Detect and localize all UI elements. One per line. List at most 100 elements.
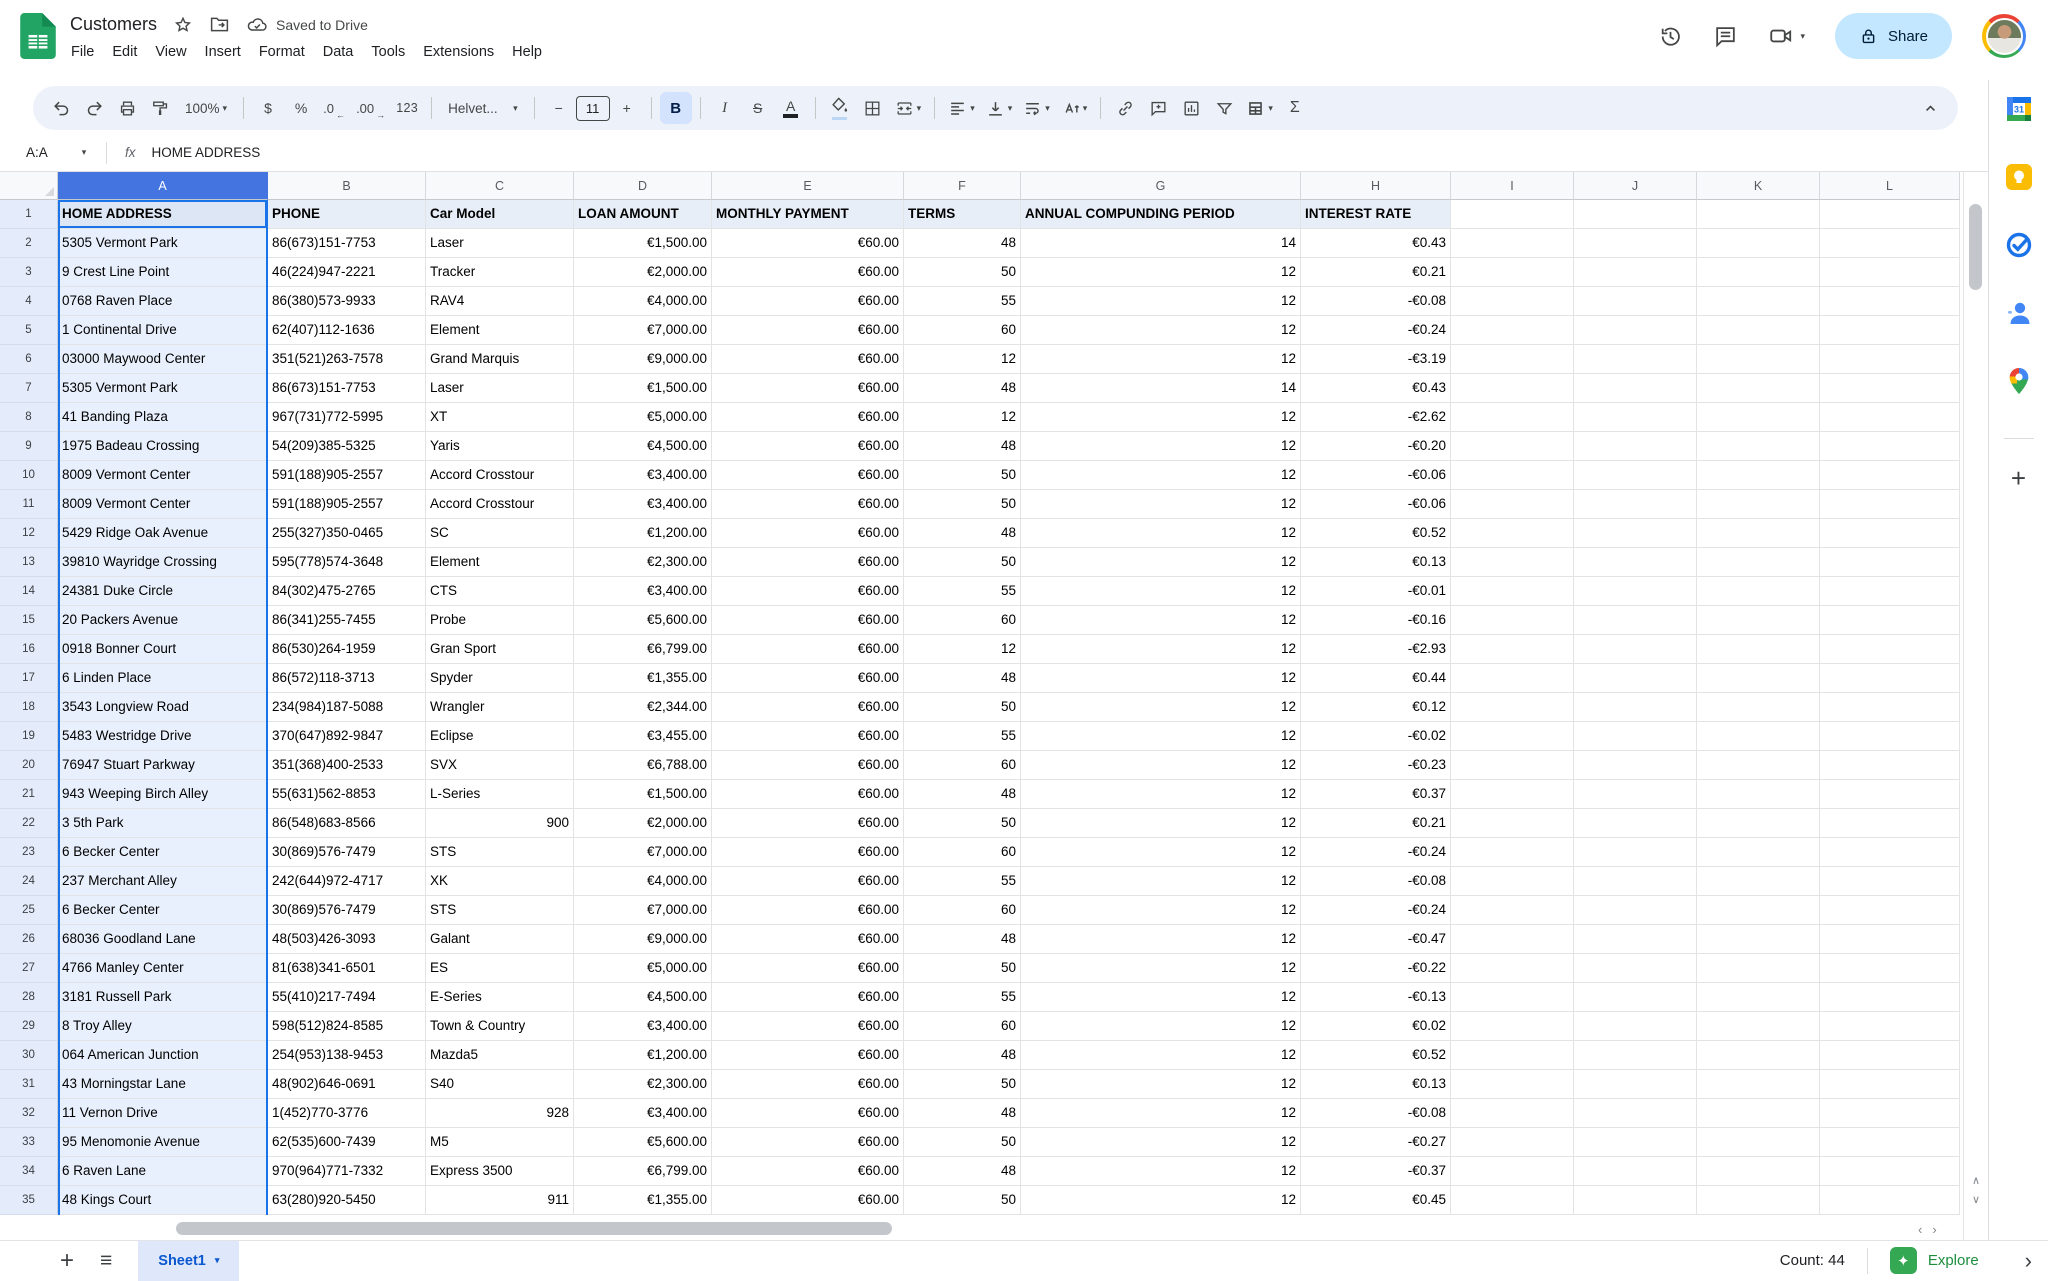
cell-A27[interactable]: 4766 Manley Center: [58, 954, 268, 983]
borders-button[interactable]: [857, 92, 889, 124]
insert-link-button[interactable]: [1109, 92, 1141, 124]
font-size-input[interactable]: 11: [576, 96, 610, 121]
cell-B31[interactable]: 48(902)646-0691: [268, 1070, 426, 1099]
cell-I21[interactable]: [1451, 780, 1574, 809]
more-formats-button[interactable]: 123: [391, 92, 423, 124]
cell-H22[interactable]: €0.21: [1301, 809, 1451, 838]
cell-B2[interactable]: 86(673)151-7753: [268, 229, 426, 258]
cell-I4[interactable]: [1451, 287, 1574, 316]
cell-B35[interactable]: 63(280)920-5450: [268, 1186, 426, 1215]
cell-J19[interactable]: [1574, 722, 1697, 751]
menu-format[interactable]: Format: [250, 41, 314, 63]
cell-L4[interactable]: [1820, 287, 1960, 316]
cell-J10[interactable]: [1574, 461, 1697, 490]
cell-A2[interactable]: 5305 Vermont Park: [58, 229, 268, 258]
cell-D23[interactable]: €7,000.00: [574, 838, 712, 867]
cell-L30[interactable]: [1820, 1041, 1960, 1070]
cell-G33[interactable]: 12: [1021, 1128, 1301, 1157]
cell-G34[interactable]: 12: [1021, 1157, 1301, 1186]
cell-K10[interactable]: [1697, 461, 1820, 490]
cell-F21[interactable]: 48: [904, 780, 1021, 809]
cell-L12[interactable]: [1820, 519, 1960, 548]
cell-D4[interactable]: €4,000.00: [574, 287, 712, 316]
cell-E9[interactable]: €60.00: [712, 432, 904, 461]
cell-A6[interactable]: 03000 Maywood Center: [58, 345, 268, 374]
cell-G32[interactable]: 12: [1021, 1099, 1301, 1128]
cell-D12[interactable]: €1,200.00: [574, 519, 712, 548]
fill-color-button[interactable]: [824, 92, 856, 124]
cell-E13[interactable]: €60.00: [712, 548, 904, 577]
cell-A14[interactable]: 24381 Duke Circle: [58, 577, 268, 606]
cell-L6[interactable]: [1820, 345, 1960, 374]
cell-H5[interactable]: -€0.24: [1301, 316, 1451, 345]
cell-B20[interactable]: 351(368)400-2533: [268, 751, 426, 780]
cell-E3[interactable]: €60.00: [712, 258, 904, 287]
zoom-select[interactable]: 100%▾: [177, 92, 235, 124]
cell-F5[interactable]: 60: [904, 316, 1021, 345]
cell-J17[interactable]: [1574, 664, 1697, 693]
scroll-right-icon[interactable]: ›: [1932, 1222, 1936, 1237]
cell-D3[interactable]: €2,000.00: [574, 258, 712, 287]
cell-K27[interactable]: [1697, 954, 1820, 983]
menu-extensions[interactable]: Extensions: [414, 41, 503, 63]
cell-K6[interactable]: [1697, 345, 1820, 374]
cell-C17[interactable]: Spyder: [426, 664, 574, 693]
cell-E30[interactable]: €60.00: [712, 1041, 904, 1070]
cell-C22[interactable]: 900: [426, 809, 574, 838]
cell-G19[interactable]: 12: [1021, 722, 1301, 751]
cell-E17[interactable]: €60.00: [712, 664, 904, 693]
cell-J31[interactable]: [1574, 1070, 1697, 1099]
cell-A15[interactable]: 20 Packers Avenue: [58, 606, 268, 635]
cell-D25[interactable]: €7,000.00: [574, 896, 712, 925]
cell-C3[interactable]: Tracker: [426, 258, 574, 287]
column-header-E[interactable]: E: [712, 172, 904, 200]
cell-K22[interactable]: [1697, 809, 1820, 838]
cell-G12[interactable]: 12: [1021, 519, 1301, 548]
cell-B14[interactable]: 84(302)475-2765: [268, 577, 426, 606]
cell-G17[interactable]: 12: [1021, 664, 1301, 693]
cell-H32[interactable]: -€0.08: [1301, 1099, 1451, 1128]
cell-H14[interactable]: -€0.01: [1301, 577, 1451, 606]
cell-E33[interactable]: €60.00: [712, 1128, 904, 1157]
name-box[interactable]: A:A ▾: [0, 145, 100, 160]
cell-C16[interactable]: Gran Sport: [426, 635, 574, 664]
scroll-left-icon[interactable]: ‹: [1918, 1222, 1922, 1237]
cell-F2[interactable]: 48: [904, 229, 1021, 258]
cell-E24[interactable]: €60.00: [712, 867, 904, 896]
cell-F6[interactable]: 12: [904, 345, 1021, 374]
sheets-logo-icon[interactable]: [20, 13, 56, 59]
vertical-scrollbar[interactable]: ∧∨: [1963, 172, 1988, 1240]
cell-D27[interactable]: €5,000.00: [574, 954, 712, 983]
cell-C25[interactable]: STS: [426, 896, 574, 925]
print-button[interactable]: [111, 92, 143, 124]
row-header-11[interactable]: 11: [0, 490, 58, 519]
cell-I8[interactable]: [1451, 403, 1574, 432]
cell-L15[interactable]: [1820, 606, 1960, 635]
cell-E11[interactable]: €60.00: [712, 490, 904, 519]
cell-K19[interactable]: [1697, 722, 1820, 751]
cell-B4[interactable]: 86(380)573-9933: [268, 287, 426, 316]
cell-K33[interactable]: [1697, 1128, 1820, 1157]
cell-H2[interactable]: €0.43: [1301, 229, 1451, 258]
cell-A12[interactable]: 5429 Ridge Oak Avenue: [58, 519, 268, 548]
cell-I31[interactable]: [1451, 1070, 1574, 1099]
cell-B6[interactable]: 351(521)263-7578: [268, 345, 426, 374]
cell-L29[interactable]: [1820, 1012, 1960, 1041]
cell-H23[interactable]: -€0.24: [1301, 838, 1451, 867]
cell-I24[interactable]: [1451, 867, 1574, 896]
cell-H16[interactable]: -€2.93: [1301, 635, 1451, 664]
cell-K34[interactable]: [1697, 1157, 1820, 1186]
row-header-21[interactable]: 21: [0, 780, 58, 809]
cell-C34[interactable]: Express 3500: [426, 1157, 574, 1186]
corner-box[interactable]: [0, 172, 58, 200]
row-header-22[interactable]: 22: [0, 809, 58, 838]
cell-K18[interactable]: [1697, 693, 1820, 722]
cell-J25[interactable]: [1574, 896, 1697, 925]
cell-C6[interactable]: Grand Marquis: [426, 345, 574, 374]
cell-G16[interactable]: 12: [1021, 635, 1301, 664]
row-header-4[interactable]: 4: [0, 287, 58, 316]
cell-H20[interactable]: -€0.23: [1301, 751, 1451, 780]
cell-H12[interactable]: €0.52: [1301, 519, 1451, 548]
cell-A33[interactable]: 95 Menomonie Avenue: [58, 1128, 268, 1157]
cell-G7[interactable]: 14: [1021, 374, 1301, 403]
